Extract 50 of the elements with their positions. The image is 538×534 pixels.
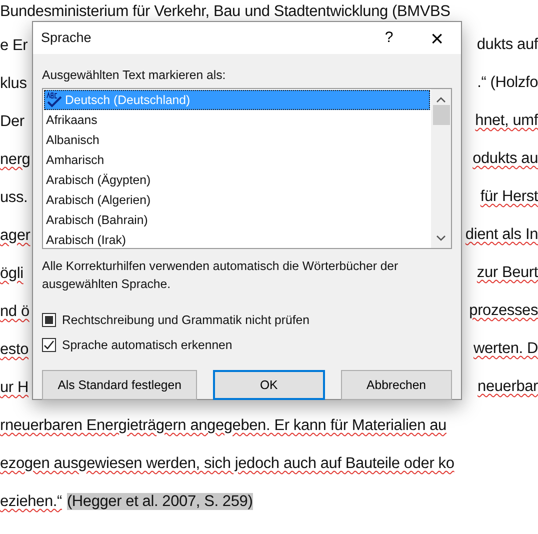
document-text: rneuerbaren Energieträgern angegeben. Er kann für Materialien au xyxy=(0,416,446,436)
document-text: Bundesministerium für Verkehr, Bau und Stadtentwicklung (BMVBS xyxy=(0,2,450,22)
document-text: werten. D xyxy=(473,339,538,359)
scroll-down-icon[interactable] xyxy=(436,235,446,242)
document-text: Der xyxy=(0,112,24,132)
language-item[interactable]: Amharisch xyxy=(44,150,430,170)
document-text: uss. xyxy=(0,188,28,208)
checkbox[interactable] xyxy=(42,312,56,327)
checkbox-label: Sprache automatisch erkennen xyxy=(62,336,232,354)
document-text: nd ö xyxy=(0,302,30,322)
checkbox-label: Rechtschreibung und Grammatik nicht prüfen xyxy=(62,312,310,329)
help-text: Alle Korrekturhilfen verwenden automatisch die Wörterbücher der ausgewählten Sprache. xyxy=(42,258,400,294)
scrollbar-thumb[interactable] xyxy=(432,105,450,126)
document-text: für Herst xyxy=(480,187,538,207)
citation-highlight: (Hegger et al. 2007, S. 259) xyxy=(66,493,253,510)
dialog-title: Sprache xyxy=(41,28,92,47)
scrollbar[interactable] xyxy=(431,89,451,248)
document-text: odukts au xyxy=(472,149,538,169)
dialog-button[interactable]: OK xyxy=(213,370,325,400)
close-button[interactable]: × xyxy=(413,20,461,56)
language-item[interactable]: Albanisch xyxy=(44,130,430,150)
document-text: dukts auf xyxy=(476,35,538,55)
list-label: Ausgewählten Text markieren als: xyxy=(42,67,227,84)
spellcheck-icon xyxy=(46,92,62,108)
document-text: hnet, umf xyxy=(475,111,538,131)
help-button[interactable]: ? xyxy=(365,20,413,56)
language-item[interactable]: Arabisch (Bahrain) xyxy=(44,210,430,230)
document-text: ur H xyxy=(0,378,28,398)
dialog-button[interactable]: Abbrechen xyxy=(340,370,452,400)
document-text: ager xyxy=(0,226,30,246)
document-text: prozesses xyxy=(469,301,538,321)
scroll-up-icon[interactable] xyxy=(436,96,446,104)
document-text: nerg xyxy=(0,150,30,170)
language-item[interactable]: Arabisch (Ägypten) xyxy=(44,170,430,190)
document-text: klus xyxy=(0,74,27,94)
document-text: dient als In xyxy=(465,225,538,245)
language-item[interactable]: Arabisch (Algerien) xyxy=(44,190,430,210)
dialog-button[interactable]: Als Standard festlegen xyxy=(42,370,198,400)
document-text: ezogen ausgewiesen werden, sich jedoch auch auf Bauteile oder ko xyxy=(0,454,454,474)
language-item[interactable]: Arabisch (Irak) xyxy=(44,230,430,250)
language-item[interactable]: Afrikaans xyxy=(44,110,430,130)
checkbox[interactable] xyxy=(42,338,56,352)
document-text: esto xyxy=(0,340,28,360)
document-text: neuerbar xyxy=(478,377,538,397)
document-text: ögli xyxy=(0,264,24,284)
document-text: zur Beurt xyxy=(476,263,538,283)
document-text: e Er xyxy=(0,36,28,56)
language-list[interactable]: Deutsch (Deutschland) Afrikaans Albanisch Amharisch Arabisch (Ägypten) Arabisch (Algerien) Arabisch (Bahrain) Arabisch (Irak) xyxy=(42,88,452,250)
document-text: .“ (Holzfo xyxy=(477,73,538,93)
document-text: eziehen.“ xyxy=(0,492,62,512)
